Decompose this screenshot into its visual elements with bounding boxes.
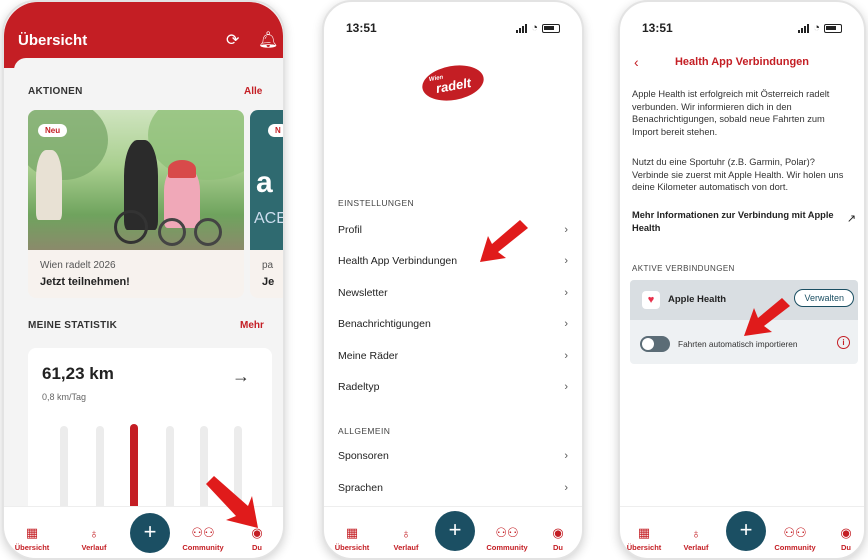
tutorial-collage: Übersicht ⟳ 🔔︎ AKTIONEN Alle Neu Wien ra… [0,0,868,560]
arrow-to-toggle [744,298,790,336]
arrow-to-health-app [480,220,528,262]
annotation-arrows [206,220,790,528]
arrow-to-du [206,476,258,528]
